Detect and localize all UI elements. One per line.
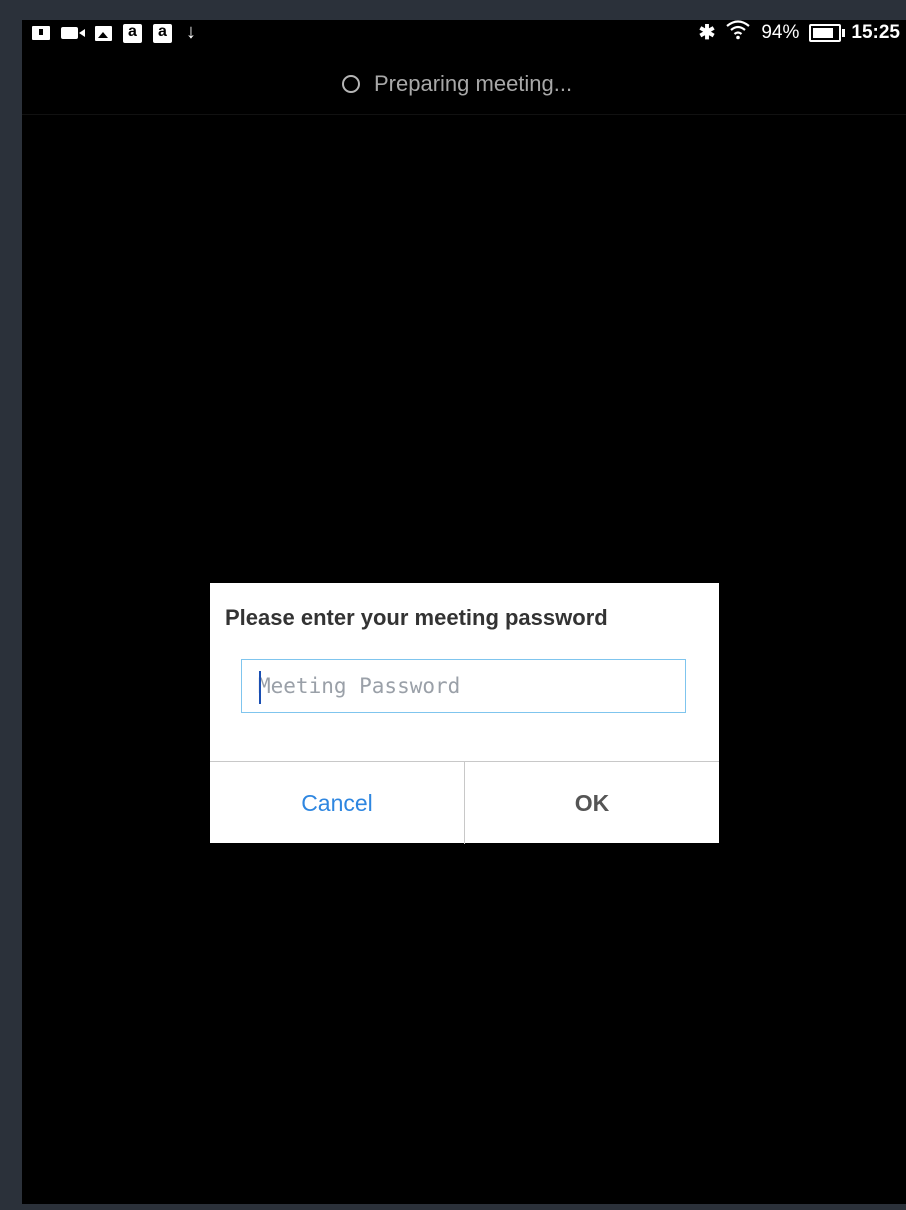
notification-icons: a a ↓ [32, 21, 199, 43]
screen: a a ↓ ✱ 94% 15:25 Preparing meeting... P… [22, 20, 906, 1204]
loading-spinner-icon [342, 75, 360, 93]
dialog-buttons: Cancel OK [210, 761, 719, 844]
download-icon: ↓ [186, 21, 196, 43]
amazon-icon: a [153, 23, 172, 43]
text-cursor [259, 671, 261, 704]
wifi-icon [725, 20, 751, 47]
bluetooth-icon: ✱ [698, 22, 716, 44]
battery-icon [809, 24, 846, 42]
status-bar: a a ↓ ✱ 94% 15:25 [22, 20, 906, 46]
system-indicators: ✱ 94% 15:25 [698, 20, 900, 47]
battery-percent: 94% [761, 22, 800, 43]
book-icon [32, 26, 50, 40]
clock: 15:25 [851, 22, 900, 43]
cancel-button[interactable]: Cancel [210, 762, 465, 844]
amazon-icon: a [123, 23, 142, 43]
photo-icon [95, 25, 112, 41]
meeting-header: Preparing meeting... [22, 46, 906, 115]
meeting-password-input[interactable] [241, 659, 686, 713]
password-dialog: Please enter your meeting password Cance… [210, 583, 719, 844]
video-icon [61, 27, 85, 39]
dialog-title: Please enter your meeting password [225, 605, 608, 630]
preparing-status: Preparing meeting... [342, 71, 572, 97]
preparing-status-text: Preparing meeting... [374, 71, 573, 96]
ok-button[interactable]: OK [465, 762, 719, 844]
